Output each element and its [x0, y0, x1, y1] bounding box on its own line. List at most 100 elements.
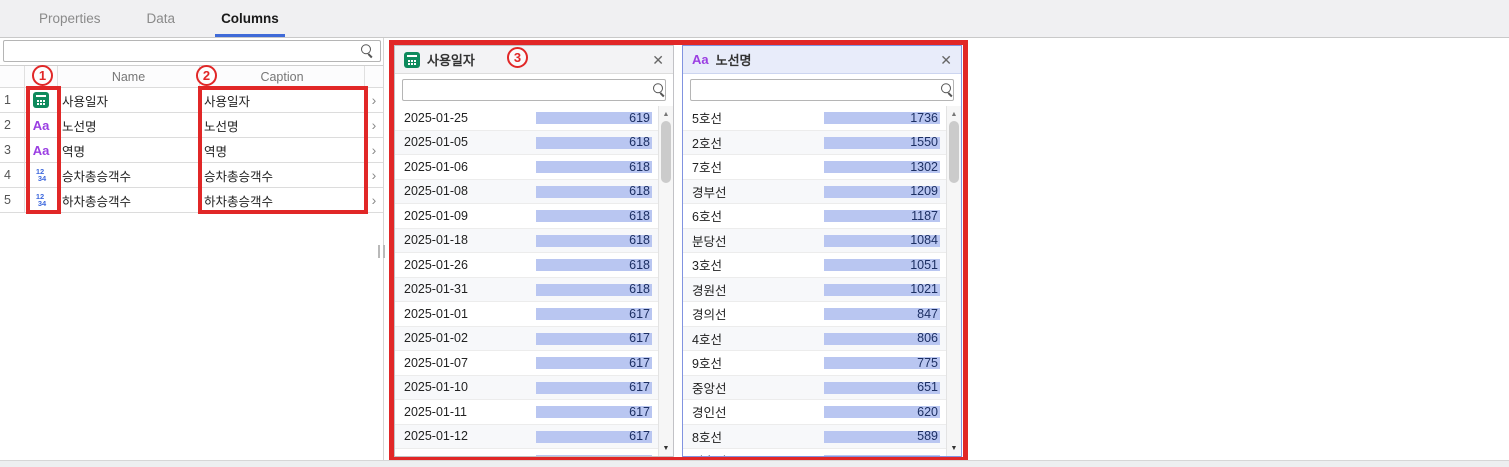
tab[interactable]: Data [141, 0, 182, 37]
value-list-item[interactable]: 2025-01-18 618 [395, 229, 673, 254]
value-count: 619 [629, 111, 650, 125]
scrollbar-thumb[interactable] [949, 121, 959, 183]
value-count: 618 [629, 209, 650, 223]
panel-search-input[interactable] [402, 79, 666, 101]
value-count: 1302 [910, 160, 938, 174]
filter-panel: 사용일자 ✕ 2025-01-25 619 2025-01-05 618 202… [394, 45, 674, 457]
value-list-item[interactable]: 2025-01-31 618 [395, 278, 673, 303]
row-number: 2 [0, 113, 25, 137]
row-number: 3 [0, 138, 25, 162]
chevron-right-icon[interactable]: › [365, 163, 383, 187]
value-list-item[interactable]: 2025-01-08 618 [395, 180, 673, 205]
column-caption[interactable]: 사용일자 [200, 88, 365, 112]
column-type-icon [33, 119, 50, 132]
splitter-grip-icon[interactable] [378, 245, 385, 258]
table-row[interactable]: 2 노선명 노선명 › [0, 113, 383, 138]
column-type-icon-cell [25, 188, 58, 212]
value-list-item[interactable]: 2025-01-01 617 [395, 302, 673, 327]
column-type-icon [36, 168, 46, 182]
value-count: 618 [629, 233, 650, 247]
value-list-item[interactable]: 경부선 1209 [683, 180, 961, 205]
value-list-item[interactable]: 2025-01-07 617 [395, 351, 673, 376]
column-type-icon-cell [25, 113, 58, 137]
vertical-scrollbar[interactable]: ▲ ▼ [658, 106, 673, 456]
value-list-item[interactable]: 경원선 1021 [683, 278, 961, 303]
value-list-item[interactable]: 경의선 847 [683, 302, 961, 327]
scroll-up-icon[interactable]: ▲ [947, 107, 961, 121]
value-list-item[interactable]: 2025-01-26 618 [395, 253, 673, 278]
column-name[interactable]: 하차총승객수 [58, 188, 200, 212]
value-count: 806 [917, 331, 938, 345]
column-type-icon [36, 193, 46, 207]
value-list-item[interactable]: 7호선 1302 [683, 155, 961, 180]
close-icon[interactable]: ✕ [940, 53, 952, 67]
tab[interactable]: Properties [33, 0, 107, 37]
value-count: 617 [629, 356, 650, 370]
column-name[interactable]: 사용일자 [58, 88, 200, 112]
filter-panel-header[interactable]: 사용일자 ✕ [395, 46, 673, 74]
table-row[interactable]: 4 승차총승객수 승차총승객수 › [0, 163, 383, 188]
value-list-item[interactable]: 경인선 620 [683, 400, 961, 425]
value-list-item[interactable]: 2025-01-06 618 [395, 155, 673, 180]
panel-search [683, 74, 961, 106]
value-count: 847 [917, 307, 938, 321]
value-list-item[interactable]: 2025-01-25 619 [395, 106, 673, 131]
column-caption[interactable]: 역명 [200, 138, 365, 162]
columns-search-input[interactable] [3, 40, 381, 62]
chevron-right-icon[interactable]: › [365, 88, 383, 112]
value-count: 589 [917, 454, 938, 457]
value-list-item[interactable]: 중앙선 651 [683, 376, 961, 401]
value-list-item[interactable]: 3호선 1051 [683, 253, 961, 278]
value-list-item[interactable]: 2025-01-09 618 [395, 204, 673, 229]
value-list-item[interactable]: 2025-01-02 617 [395, 327, 673, 352]
expand-header [365, 66, 383, 87]
value-count: 1051 [910, 258, 938, 272]
value-list-item[interactable]: 6호선 1187 [683, 204, 961, 229]
value-list-item[interactable]: 경춘선 589 [683, 449, 961, 456]
value-count: 618 [629, 282, 650, 296]
value-list-item[interactable]: 2025-01-10 617 [395, 376, 673, 401]
vertical-scrollbar[interactable]: ▲ ▼ [946, 106, 961, 456]
value-list-item[interactable]: 2호선 1550 [683, 131, 961, 156]
filter-panel-header[interactable]: 노선명 ✕ [683, 46, 961, 74]
value-list-item[interactable]: 4호선 806 [683, 327, 961, 352]
value-count: 1084 [910, 233, 938, 247]
table-row[interactable]: 5 하차총승객수 하차총승객수 › [0, 188, 383, 213]
panel-value-list: 5호선 1736 2호선 1550 7호선 1302 경부선 1209 6호선 … [683, 106, 961, 456]
chevron-right-icon[interactable]: › [365, 188, 383, 212]
column-caption[interactable]: 승차총승객수 [200, 163, 365, 187]
column-caption[interactable]: 하차총승객수 [200, 188, 365, 212]
column-name[interactable]: 노선명 [58, 113, 200, 137]
value-list-item[interactable]: 2025-01-14 617 [395, 449, 673, 456]
panel-title: 노선명 [716, 50, 752, 69]
column-name[interactable]: 역명 [58, 138, 200, 162]
value-list-item[interactable]: 5호선 1736 [683, 106, 961, 131]
table-row[interactable]: 3 역명 역명 › [0, 138, 383, 163]
panel-search-input[interactable] [690, 79, 954, 101]
scroll-down-icon[interactable]: ▼ [947, 441, 961, 455]
value-list-item[interactable]: 9호선 775 [683, 351, 961, 376]
chevron-right-icon[interactable]: › [365, 138, 383, 162]
columns-search [3, 40, 381, 62]
value-list-item[interactable]: 분당선 1084 [683, 229, 961, 254]
column-caption[interactable]: 노선명 [200, 113, 365, 137]
value-list-item[interactable]: 2025-01-12 617 [395, 425, 673, 450]
scrollbar-thumb[interactable] [661, 121, 671, 183]
value-list-item[interactable]: 8호선 589 [683, 425, 961, 450]
value-count: 1187 [911, 209, 938, 223]
scroll-down-icon[interactable]: ▼ [659, 441, 673, 455]
value-list-item[interactable]: 2025-01-05 618 [395, 131, 673, 156]
tab[interactable]: Columns [215, 0, 285, 37]
scroll-up-icon[interactable]: ▲ [659, 107, 673, 121]
chevron-right-icon[interactable]: › [365, 113, 383, 137]
panel-type-icon [692, 53, 709, 66]
table-row[interactable]: 1 사용일자 사용일자 › [0, 88, 383, 113]
search-icon [361, 44, 374, 57]
value-list-item[interactable]: 2025-01-11 617 [395, 400, 673, 425]
column-name[interactable]: 승차총승객수 [58, 163, 200, 187]
row-number-header [0, 66, 25, 87]
column-type-icon-cell [25, 88, 58, 112]
close-icon[interactable]: ✕ [652, 53, 664, 67]
panel-type-icon [404, 52, 420, 68]
value-count: 1736 [910, 111, 938, 125]
